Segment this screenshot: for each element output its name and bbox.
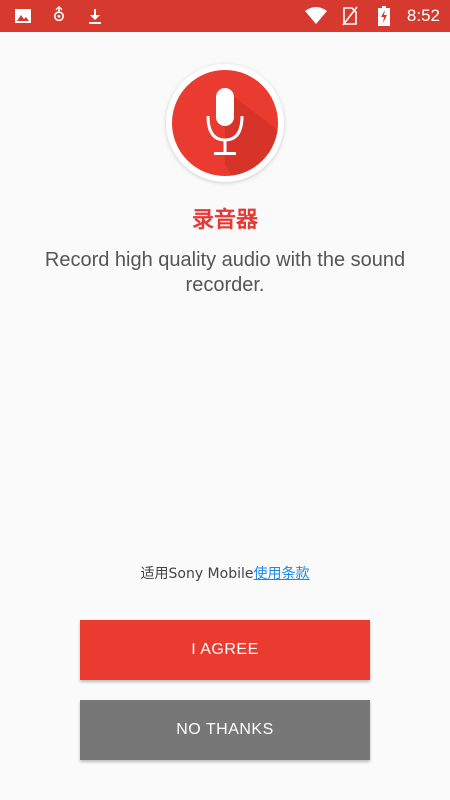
status-time: 8:52 — [406, 6, 440, 25]
no-thanks-button[interactable]: NO THANKS — [80, 700, 370, 760]
status-bar-system: 8:52 — [304, 5, 440, 27]
app-notification-icon: ⛢ — [52, 5, 66, 26]
terms-of-use-link[interactable]: 使用条款 — [253, 566, 309, 582]
app-description: Record high quality audio with the sound… — [44, 249, 406, 296]
battery-charging-icon — [373, 5, 395, 27]
app-title: 录音器 — [191, 208, 258, 233]
status-bar-notifications: ⛢ — [12, 5, 106, 27]
agree-button[interactable]: I AGREE — [80, 620, 370, 680]
status-bar: ⛢ 8:52 — [0, 0, 450, 32]
wifi-icon — [304, 5, 327, 27]
download-icon — [84, 5, 106, 27]
app-logo — [166, 64, 284, 182]
microphone-icon — [172, 70, 278, 176]
no-sim-icon — [339, 5, 361, 27]
image-icon — [12, 5, 34, 27]
terms-prefix: 适用Sony Mobile — [140, 566, 254, 582]
terms-notice: 适用Sony Mobile使用条款 — [0, 563, 450, 583]
